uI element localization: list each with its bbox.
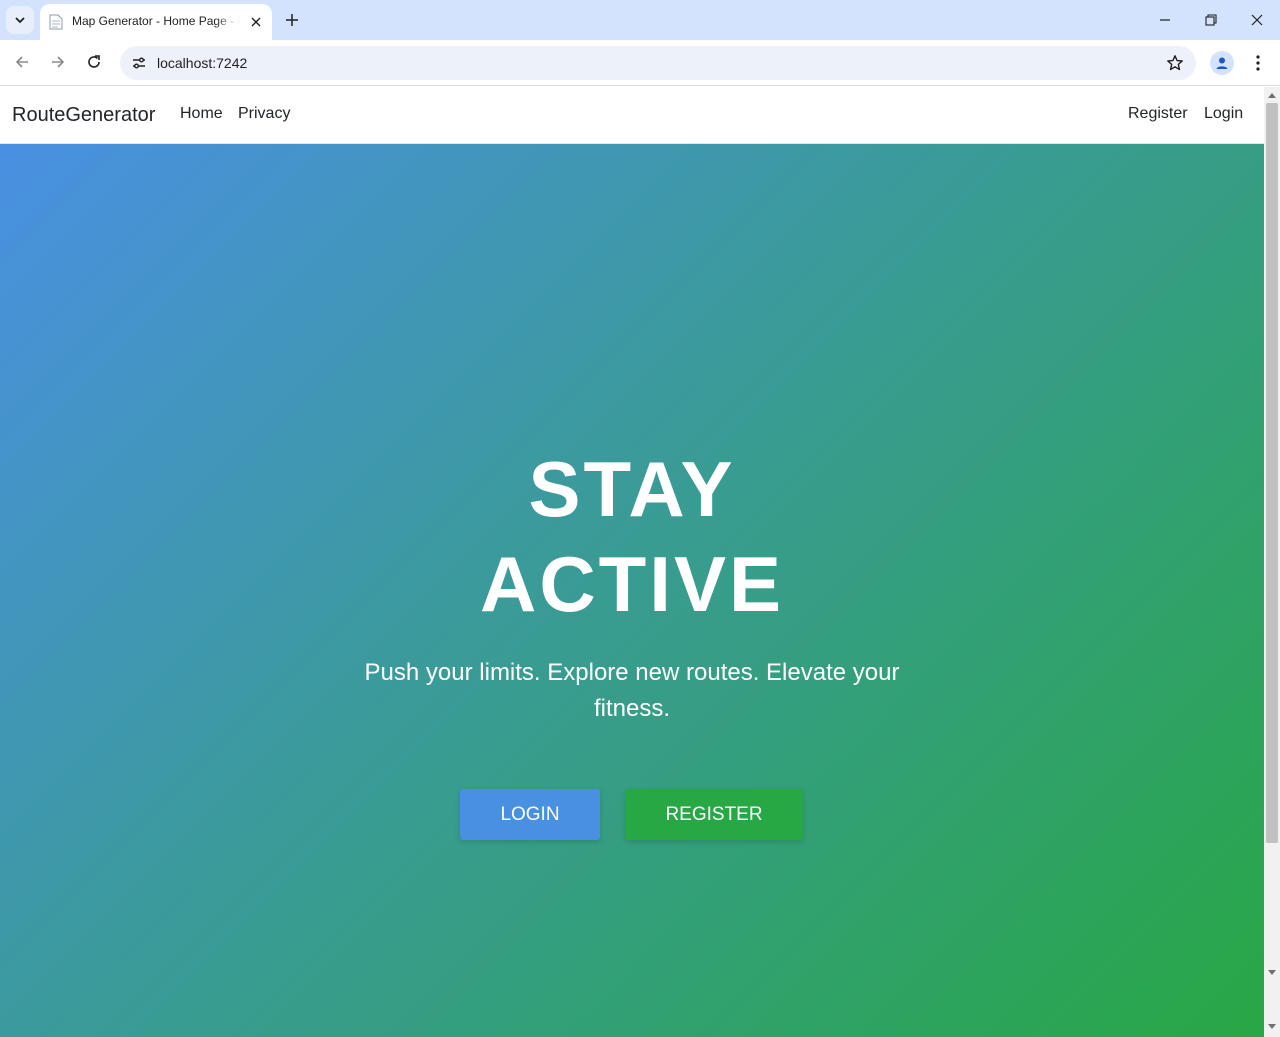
site-settings-icon[interactable]: [128, 52, 150, 74]
window-close-icon[interactable]: [1242, 5, 1272, 35]
back-arrow-icon[interactable]: [8, 48, 36, 76]
star-icon[interactable]: [1164, 52, 1186, 74]
minimize-icon[interactable]: [1150, 5, 1180, 35]
scroll-down-icon[interactable]: [1264, 1019, 1280, 1035]
address-bar[interactable]: localhost:7242: [120, 46, 1196, 80]
nav-link-privacy[interactable]: Privacy: [238, 105, 290, 123]
profile-icon[interactable]: [1210, 51, 1234, 75]
tab-search-icon[interactable]: [6, 6, 34, 34]
browser-tabstrip: Map Generator - Home Page - RouteGenerat…: [0, 0, 1280, 40]
page-favicon-icon: [49, 14, 63, 30]
reload-icon[interactable]: [80, 48, 108, 76]
browser-toolbar: localhost:7242: [0, 40, 1280, 86]
menu-dots-icon[interactable]: [1246, 51, 1270, 75]
hero-title: STAY ACTIVE: [0, 442, 1264, 632]
page-viewport: RouteGenerator Home Privacy Register Log…: [0, 87, 1264, 1037]
login-button[interactable]: LOGIN: [460, 789, 600, 840]
site-navbar: RouteGenerator Home Privacy Register Log…: [0, 87, 1264, 144]
hero-title-line2: ACTIVE: [479, 540, 785, 628]
restore-icon[interactable]: [1196, 5, 1226, 35]
hero-subtitle: Push your limits. Explore new routes. El…: [364, 659, 900, 722]
page-scrollbar[interactable]: [1264, 87, 1280, 1037]
hero-section: STAY ACTIVE Push your limits. Explore ne…: [0, 144, 1264, 1037]
scroll-down-icon[interactable]: [1264, 965, 1280, 981]
forward-arrow-icon[interactable]: [44, 48, 72, 76]
url-text[interactable]: localhost:7242: [157, 55, 247, 71]
nav-link-login[interactable]: Login: [1204, 105, 1243, 123]
scroll-up-icon[interactable]: [1264, 87, 1280, 103]
register-button[interactable]: REGISTER: [625, 789, 803, 840]
site-brand[interactable]: RouteGenerator: [12, 104, 155, 127]
close-icon[interactable]: [246, 12, 266, 32]
tab-title: Map Generator - Home Page - RouteGenerat…: [72, 14, 240, 28]
scrollbar-thumb[interactable]: [1266, 103, 1278, 843]
hero-title-line1: STAY: [528, 445, 736, 533]
browser-tab-active[interactable]: Map Generator - Home Page - RouteGenerat…: [40, 4, 272, 40]
nav-link-register[interactable]: Register: [1128, 105, 1188, 123]
plus-icon[interactable]: [281, 9, 303, 31]
nav-link-home[interactable]: Home: [180, 105, 223, 123]
